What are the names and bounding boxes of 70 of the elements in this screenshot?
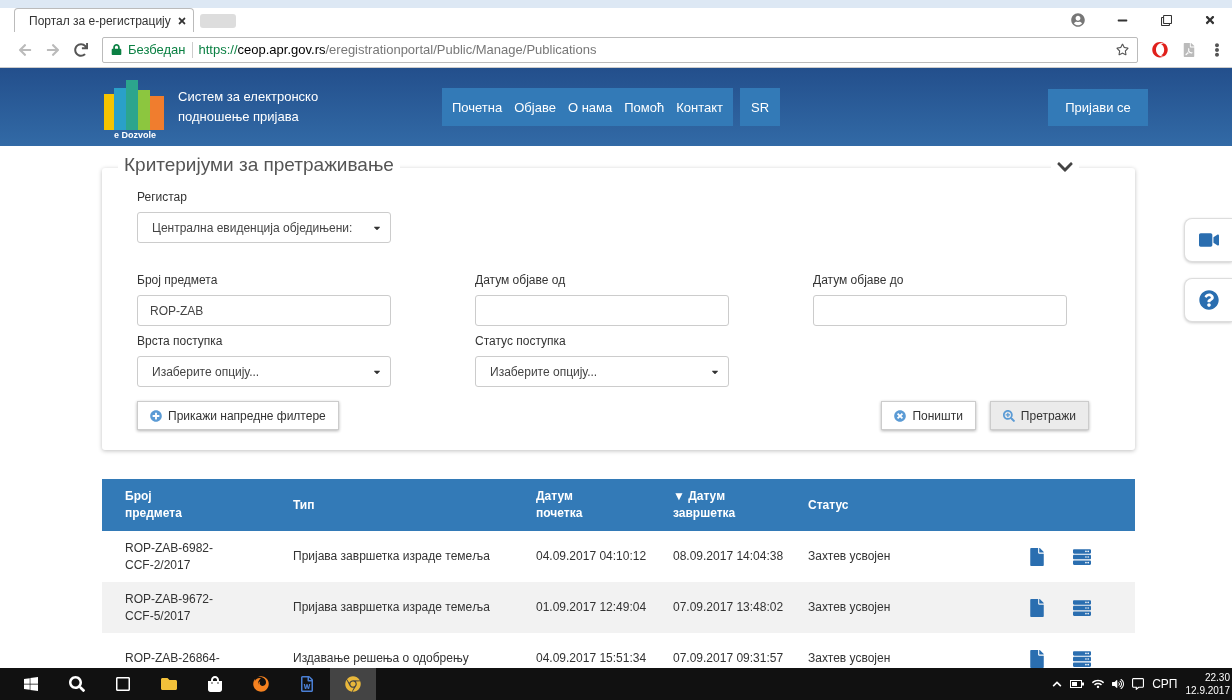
search-button[interactable]: Претражи <box>989 401 1089 430</box>
reset-button[interactable]: Поништи <box>881 401 976 430</box>
panel-title: Критеријуми за претраживање <box>118 154 400 176</box>
field-label: Датум објаве од <box>475 273 567 287</box>
close-icon[interactable] <box>176 15 187 26</box>
field-label: Статус поступка <box>475 334 567 348</box>
table-cell-text: ROP-ZAB-26864- <box>125 650 221 667</box>
table-cell-text: 01.09.2017 12:49:04 <box>536 599 648 616</box>
table-cell-text: 04.09.2017 15:51:34 <box>536 650 648 667</box>
table-cell-text: 08.09.2017 14:04:38 <box>673 548 785 565</box>
star-icon[interactable] <box>1116 43 1129 56</box>
clock[interactable]: 22.30 12.9.2017 <box>1185 671 1230 697</box>
field-label: Регистар <box>137 190 188 204</box>
table-cell-text: Пријава завршетка израде темеља <box>293 548 491 565</box>
video-camera-icon <box>1198 230 1219 250</box>
address-bar[interactable]: Безбедан https://ceop.apr.gov.rs/eregistrationportal/Public/Manage/Publications <box>102 36 1138 63</box>
table-row[interactable]: ROP-ZAB-9672-CCF-5/2017 Пријава завршетка израде темеља 01.09.2017 12:49:04 07.09.2017 13:48:02 Захтев усвојен <box>102 582 1135 633</box>
close-icon <box>894 409 907 422</box>
column-header[interactable]: Датум почетка <box>536 488 616 522</box>
help-button[interactable] <box>1184 278 1232 322</box>
input-field[interactable] <box>475 295 729 326</box>
table-cell-text: Издавање решења о одобрењу <box>293 650 470 667</box>
search-icon <box>1002 409 1015 422</box>
browser-tab[interactable]: Портал за е-регистрацију <box>14 8 194 32</box>
table-cell-text: 07.09.2017 13:48:02 <box>673 599 785 616</box>
chevron-icon[interactable] <box>1052 679 1063 689</box>
select-field[interactable]: Централна евиденција обједињени: <box>137 212 391 243</box>
input-field[interactable]: ROP-ZAB <box>137 295 391 326</box>
login-button[interactable]: Пријави се <box>1048 88 1148 126</box>
site-logo: e Dozvole <box>100 74 170 140</box>
wifi-icon[interactable] <box>1092 678 1105 690</box>
nav-link[interactable]: Објаве <box>508 99 562 115</box>
video-button[interactable] <box>1184 218 1232 262</box>
nav-link[interactable]: Почетна <box>446 99 509 115</box>
field-label: Врста поступка <box>137 334 224 348</box>
secure-label: Безбедан <box>128 42 186 57</box>
url-text: https://ceop.apr.gov.rs/eregistrationportal/Public/Manage/Publications <box>198 42 597 57</box>
lock-icon <box>111 44 122 55</box>
table-cell-text: 04.09.2017 04:10:12 <box>536 548 648 565</box>
reload-icon[interactable] <box>74 42 88 57</box>
table-cell-text: 07.09.2017 09:31:57 <box>673 650 785 667</box>
select-field[interactable]: Изаберите опцију... <box>475 356 729 387</box>
nav-link[interactable]: О нама <box>561 99 619 115</box>
table-cell-text: ROP-ZAB-6982-CCF-2/2017 <box>125 539 215 574</box>
select-field[interactable]: Изаберите опцију... <box>137 356 391 387</box>
chrome-icon[interactable] <box>330 668 376 700</box>
help-icon <box>1198 290 1219 310</box>
column-header[interactable]: Број предмета <box>125 488 205 522</box>
field-label: Датум објаве до <box>813 273 905 287</box>
plus-icon <box>150 409 162 422</box>
opera-icon[interactable] <box>1152 41 1168 58</box>
input-field[interactable] <box>813 295 1067 326</box>
field-label: Број предмета <box>137 273 219 287</box>
site-title: Систем за електронско подношење пријава <box>178 88 320 126</box>
table-cell-text: Захтев усвојен <box>808 548 892 565</box>
column-header[interactable]: ▼ Датум завршетка <box>673 488 753 522</box>
battery-icon <box>1070 680 1085 688</box>
language-indicator[interactable]: СРП <box>1152 677 1178 691</box>
column-header[interactable]: Тип <box>293 496 373 514</box>
table-cell-text: ROP-ZAB-9672-CCF-5/2017 <box>125 590 215 625</box>
nav-link[interactable]: Контакт <box>670 99 729 115</box>
table-cell-text: Захтев усвојен <box>808 599 892 616</box>
advanced-filters-button[interactable]: Прикажи напредне филтере <box>137 401 339 430</box>
nav-link[interactable]: Помоћ <box>618 99 671 115</box>
volume-icon[interactable] <box>1112 678 1125 690</box>
table-cell-text: Захтев усвојен <box>808 650 892 667</box>
language-button[interactable]: SR <box>740 88 781 126</box>
column-header[interactable]: Статус <box>808 496 888 514</box>
notification-icon[interactable] <box>1132 678 1145 690</box>
table-cell-text: Пријава завршетка израде темеља <box>293 599 491 616</box>
